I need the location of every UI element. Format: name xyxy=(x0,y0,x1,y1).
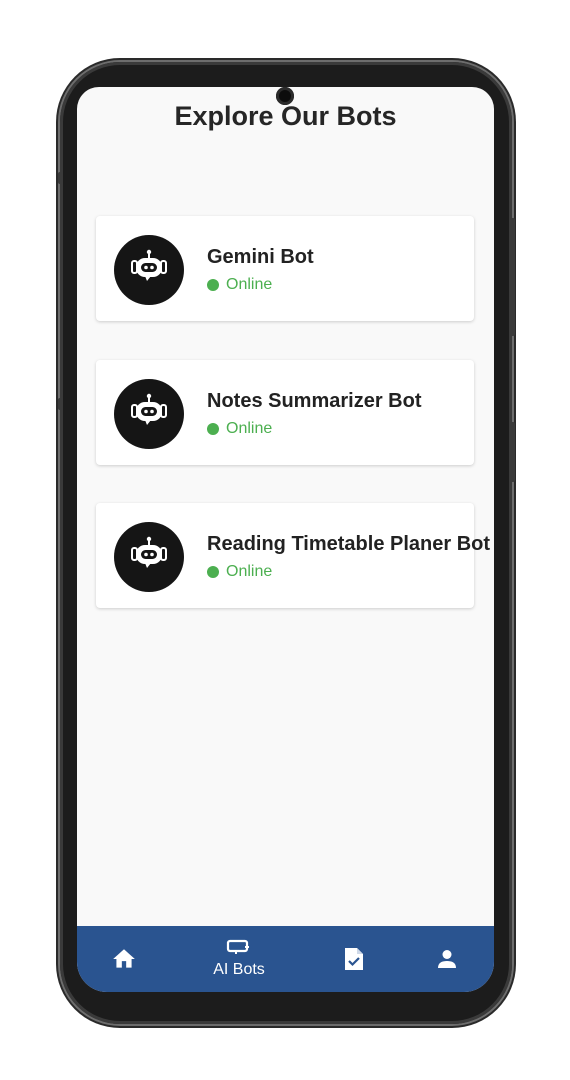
robot-icon xyxy=(131,249,167,281)
status-label: Online xyxy=(226,420,273,437)
bot-status: Online xyxy=(207,420,272,438)
bot-name: Notes Summarizer Bot xyxy=(207,390,422,412)
phone-side-button xyxy=(510,422,515,482)
bot-card[interactable]: Reading Timetable Planer Bot Online xyxy=(96,503,490,608)
phone-side-button xyxy=(58,398,62,410)
phone-side-button xyxy=(510,218,515,336)
robot-icon xyxy=(131,536,167,568)
bot-card[interactable]: Notes Summarizer Bot Online xyxy=(96,360,474,465)
front-camera xyxy=(276,87,294,105)
nav-tasks-button[interactable] xyxy=(333,926,375,992)
app-screen: Explore Our Bots Gemini Bot Online Notes… xyxy=(77,87,494,992)
bot-card[interactable]: Gemini Bot Online xyxy=(96,216,474,321)
task-document-icon xyxy=(345,948,363,970)
bot-name: Reading Timetable Planer Bot xyxy=(207,533,491,555)
bot-avatar xyxy=(114,379,184,449)
bottom-navigation: AI Bots xyxy=(77,926,494,992)
ai-bots-icon xyxy=(226,939,249,954)
status-label: Online xyxy=(226,563,273,580)
profile-icon xyxy=(438,950,456,968)
status-dot xyxy=(207,279,219,291)
status-dot xyxy=(207,423,219,435)
bot-avatar xyxy=(114,522,184,592)
robot-icon xyxy=(131,393,167,425)
status-label: Online xyxy=(226,276,273,293)
nav-profile-button[interactable] xyxy=(426,926,468,992)
bot-avatar xyxy=(114,235,184,305)
page-title: Explore Our Bots xyxy=(174,101,397,131)
bot-status: Online xyxy=(207,276,272,294)
phone-side-button xyxy=(58,172,62,184)
nav-home-button[interactable] xyxy=(103,926,145,992)
nav-ai-bots-label: AI Bots xyxy=(213,961,265,978)
home-icon xyxy=(113,949,135,968)
bot-name: Gemini Bot xyxy=(207,246,314,268)
status-dot xyxy=(207,566,219,578)
nav-ai-bots-button[interactable]: AI Bots xyxy=(199,926,279,992)
bot-status: Online xyxy=(207,563,272,581)
